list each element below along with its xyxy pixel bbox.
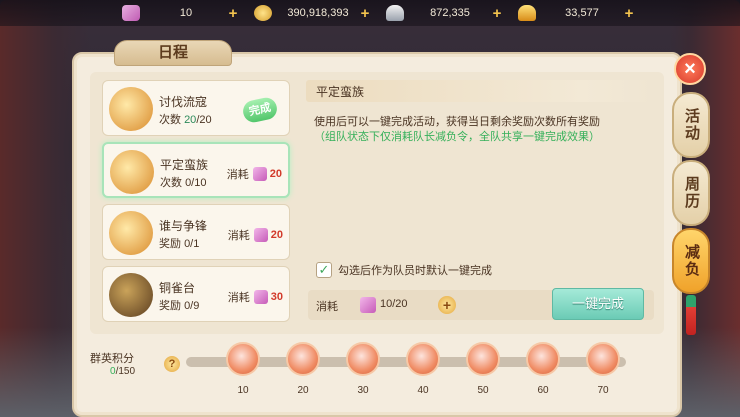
task-cost-label: 消耗 [226, 169, 249, 181]
task-count: 次数 0/10 [160, 174, 206, 190]
bronze-sparrow-icon [109, 273, 153, 317]
milestone-label: 70 [597, 385, 609, 396]
task-cost: 消耗 20 [228, 227, 283, 243]
detail-title: 平定蛮族 [316, 85, 365, 99]
task-cost-label: 消耗 [227, 230, 250, 242]
task-item-tongquetai[interactable]: 铜雀台 奖励 0/9 消耗 30 [102, 266, 290, 322]
task-count: 奖励 0/1 [159, 235, 199, 251]
help-icon[interactable]: ? [164, 356, 180, 372]
onekey-cost-value: 10/20 [380, 298, 408, 310]
onekey-complete-button[interactable]: 一键完成 [552, 288, 644, 320]
task-count-label: 次数 [160, 177, 182, 189]
task-name: 谁与争锋 [159, 219, 208, 233]
close-button[interactable]: × [674, 53, 706, 85]
task-count-total: /20 [196, 114, 212, 126]
task-cost-value: 20 [269, 168, 282, 180]
coin-icon [254, 5, 272, 21]
reward-chest-50[interactable] [466, 342, 500, 376]
add-bag-button[interactable]: + [226, 5, 240, 22]
resource-coin: 390,918,393 + [254, 3, 372, 23]
milestone-label: 30 [357, 385, 369, 396]
default-onekey-label: 勾选后作为队员时默认一键完成 [338, 265, 492, 277]
task-item-pingding[interactable]: 平定蛮族 次数 0/10 消耗 20 [102, 142, 290, 198]
add-coin-button[interactable]: + [358, 5, 372, 22]
tab-tassel-decoration [686, 295, 696, 335]
task-cost: 消耗 30 [228, 289, 283, 305]
task-name: 铜雀台 [159, 281, 196, 295]
task-count-value: 0/9 [184, 300, 200, 312]
score-label: 群英积分 [90, 353, 134, 365]
score-total: /150 [115, 366, 136, 377]
default-onekey-option[interactable]: ✓ 勾选后作为队员时默认一键完成 [316, 262, 492, 278]
reward-chest-70[interactable] [586, 342, 620, 376]
resource-bag: 10 + [122, 3, 240, 23]
burden-token-icon [253, 228, 268, 242]
resource-silver: 872,335 + [386, 3, 504, 23]
add-silver-button[interactable]: + [490, 5, 504, 22]
reward-chest-60[interactable] [526, 342, 560, 376]
reward-chest-40[interactable] [406, 342, 440, 376]
task-count: 次数 20/20 [159, 111, 212, 127]
reward-chest-20[interactable] [286, 342, 320, 376]
bandit-scroll-icon [109, 87, 153, 131]
milestone-label: 20 [297, 385, 309, 396]
bag-icon [122, 5, 140, 21]
milestone-label: 10 [237, 385, 249, 396]
tab-weekly[interactable]: 周历 [672, 160, 710, 226]
onekey-cost-label: 消耗 [316, 301, 338, 313]
milestone-label: 40 [417, 385, 429, 396]
detail-note: （组队状态下仅消耗队长减负令，全队共享一键完成效果） [314, 131, 600, 143]
tab-activity[interactable]: 活动 [672, 92, 710, 158]
task-count-label: 奖励 [159, 300, 181, 312]
golden-helmet-icon [109, 211, 153, 255]
silver-ingot-icon [386, 5, 404, 21]
task-name: 讨伐流寇 [159, 95, 208, 109]
resource-silver-value: 872,335 [430, 7, 470, 19]
barbarian-token-icon [110, 150, 154, 194]
task-name: 平定蛮族 [160, 158, 209, 172]
task-item-taofa[interactable]: 讨伐流寇 次数 20/20 完成 [102, 80, 290, 136]
add-gold-button[interactable]: + [622, 5, 636, 22]
resource-bar: 10 + 390,918,393 + 872,335 + 33,577 + [0, 0, 740, 26]
task-cost-value: 20 [270, 229, 283, 241]
task-count-current: 20 [184, 114, 197, 126]
reward-chest-30[interactable] [346, 342, 380, 376]
task-count: 奖励 0/9 [159, 297, 199, 313]
default-onekey-checkbox[interactable]: ✓ [316, 262, 332, 278]
burden-token-icon [360, 297, 376, 313]
task-cost-value: 30 [270, 291, 283, 303]
tab-reduce-burden[interactable]: 减负 [672, 228, 710, 294]
task-count-value: 0/10 [185, 177, 207, 189]
task-count-label: 次数 [159, 114, 181, 126]
panel-title: 日程 [114, 40, 232, 66]
task-count-label: 奖励 [159, 238, 181, 250]
task-count-value: 0/1 [184, 238, 200, 250]
resource-gold: 33,577 + [518, 3, 636, 23]
milestone-label: 50 [477, 385, 489, 396]
burden-token-icon [252, 167, 267, 181]
detail-description: 使用后可以一键完成活动，获得当日剩余奖励次数所有奖励 [314, 116, 600, 128]
resource-bag-value: 10 [179, 7, 193, 19]
score-value: 0/150 [110, 366, 135, 377]
resource-gold-value: 33,577 [565, 7, 599, 19]
task-cost: 消耗 20 [227, 166, 282, 182]
gold-ingot-icon [518, 5, 536, 21]
completed-badge: 完成 [241, 95, 279, 125]
resource-coin-value: 390,918,393 [287, 7, 349, 19]
add-token-button[interactable]: + [438, 296, 456, 314]
task-item-zhengfeng[interactable]: 谁与争锋 奖励 0/1 消耗 20 [102, 204, 290, 260]
milestone-label: 60 [537, 385, 549, 396]
detail-header: 平定蛮族 [306, 80, 652, 102]
task-cost-label: 消耗 [227, 292, 250, 304]
burden-token-icon [253, 290, 268, 304]
reward-chest-10[interactable] [226, 342, 260, 376]
